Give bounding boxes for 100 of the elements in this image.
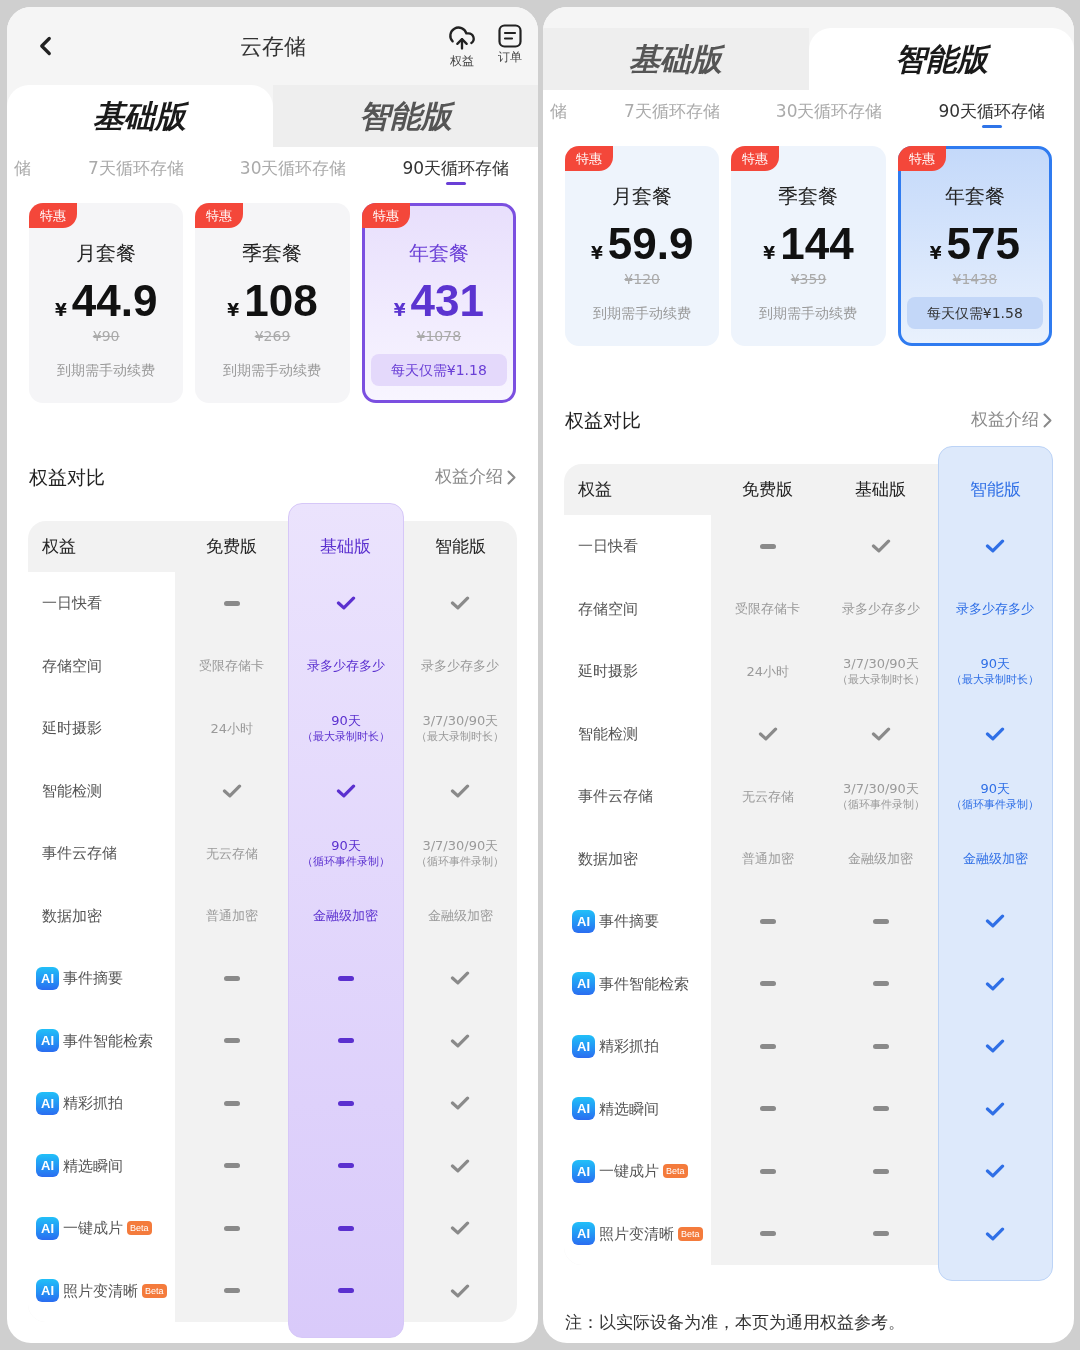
- check-icon: [985, 726, 1006, 741]
- renewal-note: 到期需手动续费: [593, 303, 692, 323]
- ai-badge: AI: [36, 1154, 59, 1178]
- period-tab[interactable]: 90天循环存储: [402, 158, 510, 185]
- benefits-link[interactable]: 权益介绍: [435, 464, 516, 490]
- table-cell: 无云存储: [741, 787, 794, 805]
- original-price: ¥1438: [952, 270, 998, 288]
- edition-tab[interactable]: 基础版: [543, 28, 809, 90]
- footnote: 注：以实际设备为准，本页为通用权益参考。: [564, 1311, 906, 1334]
- original-price: ¥269: [254, 327, 291, 345]
- original-price: ¥359: [790, 270, 827, 288]
- daily-price-pill: 每天仅需¥1.18: [370, 354, 507, 386]
- original-price: ¥120: [624, 270, 660, 288]
- check-icon: [450, 596, 471, 611]
- daily-price-pill: 每天仅需¥1.58: [906, 297, 1043, 329]
- column-header: 权益: [42, 534, 76, 558]
- feature-label: 照片变清晰: [63, 1280, 138, 1302]
- check-icon: [450, 1096, 471, 1111]
- feature-label: 事件云存储: [578, 786, 653, 807]
- edition-tab[interactable]: 智能版: [808, 28, 1074, 90]
- column-header: 基础版: [320, 534, 372, 558]
- back-button[interactable]: [37, 34, 54, 58]
- ai-badge: AI: [572, 1034, 595, 1058]
- table-cell: 金融级加密: [962, 850, 1028, 868]
- plan-price: 59.9: [607, 220, 694, 268]
- dash-icon: [759, 1168, 776, 1174]
- ai-badge: AI: [36, 1091, 59, 1115]
- table-cell: 金融级加密: [848, 850, 914, 868]
- column-header: 免费版: [206, 534, 258, 558]
- dash-icon: [873, 918, 889, 924]
- plan-card[interactable]: 特惠 季套餐 ¥144 ¥359 到期需手动续费: [731, 146, 886, 346]
- dash-icon: [338, 975, 354, 981]
- ai-badge: AI: [572, 1159, 595, 1183]
- feature-label: 智能检测: [42, 780, 102, 802]
- column-header: 智能版: [969, 477, 1021, 501]
- dash-icon: [338, 1225, 354, 1231]
- plan-price: 144: [780, 220, 854, 268]
- beta-tag: Beta: [127, 1221, 152, 1236]
- plan-card[interactable]: 特惠 年套餐 ¥431 ¥1078 每天仅需¥1.18: [361, 203, 516, 403]
- plan-price: 575: [946, 220, 1020, 268]
- dash-icon: [759, 981, 776, 987]
- ai-badge: AI: [572, 1097, 595, 1121]
- table-cell: 金融级加密: [313, 907, 379, 925]
- plan-card[interactable]: 特惠 月套餐 ¥59.9 ¥120 到期需手动续费: [565, 146, 720, 346]
- plan-card[interactable]: 特惠 季套餐 ¥108 ¥269 到期需手动续费: [195, 203, 350, 403]
- ai-badge: AI: [36, 1029, 59, 1053]
- edition-tab[interactable]: 基础版: [7, 85, 273, 147]
- feature-label: 智能检测: [578, 723, 638, 745]
- dash-icon: [338, 1038, 354, 1044]
- plan-name: 月套餐: [612, 184, 673, 208]
- dash-icon: [759, 1231, 776, 1237]
- deal-badge: 特惠: [29, 203, 77, 228]
- feature-label: 事件智能检索: [63, 1030, 153, 1052]
- table-cell: 3/7/30/90天 （循环事件录制）: [837, 780, 925, 813]
- beta-tag: Beta: [678, 1226, 703, 1241]
- feature-label: 精选瞬间: [599, 1098, 659, 1120]
- dash-icon: [223, 975, 240, 981]
- column-header: 免费版: [742, 477, 794, 501]
- benefits-link[interactable]: 权益介绍: [971, 407, 1052, 433]
- table-cell: 普通加密: [205, 907, 258, 925]
- table-cell: 90天 （循环事件录制）: [302, 837, 390, 870]
- check-icon: [871, 539, 891, 554]
- dash-icon: [223, 1100, 240, 1106]
- check-icon: [336, 596, 356, 611]
- header-action-button[interactable]: 权益: [448, 24, 476, 68]
- check-icon: [450, 971, 471, 986]
- feature-label: 数据加密: [42, 905, 102, 927]
- edition-tab[interactable]: 智能版: [272, 85, 538, 147]
- table-cell: 录多少存多少: [421, 657, 500, 675]
- plan-card[interactable]: 特惠 月套餐 ¥44.9 ¥90 到期需手动续费: [29, 203, 184, 403]
- feature-label: 事件云存储: [42, 843, 117, 864]
- dash-icon: [759, 1106, 776, 1112]
- feature-label: 存储空间: [578, 598, 638, 620]
- original-price: ¥90: [92, 327, 120, 345]
- table-cell: 3/7/30/90天 （最大录制时长）: [416, 712, 505, 745]
- header-action-button[interactable]: 订单: [498, 24, 522, 64]
- check-icon: [871, 726, 891, 741]
- deal-badge: 特惠: [897, 146, 946, 171]
- ai-badge: AI: [36, 966, 59, 990]
- feature-label: 精选瞬间: [63, 1155, 123, 1177]
- deal-badge: 特惠: [731, 146, 780, 171]
- beta-tag: Beta: [663, 1164, 688, 1179]
- table-cell: 金融级加密: [427, 907, 493, 925]
- check-icon: [450, 1033, 471, 1048]
- table-cell: 普通加密: [741, 850, 794, 868]
- feature-label: 数据加密: [578, 848, 638, 870]
- renewal-note: 到期需手动续费: [759, 303, 858, 323]
- check-icon: [985, 1101, 1006, 1116]
- table-cell: 3/7/30/90天 （最大录制时长）: [837, 655, 925, 688]
- period-tab[interactable]: 90天循环存储: [938, 101, 1046, 128]
- feature-label: 一键成片: [599, 1161, 659, 1182]
- check-icon: [985, 1164, 1006, 1179]
- check-icon: [757, 726, 778, 741]
- plan-card[interactable]: 特惠 年套餐 ¥575 ¥1438 每天仅需¥1.58: [897, 146, 1052, 346]
- feature-label: 延时摄影: [42, 718, 102, 739]
- ai-badge: AI: [36, 1279, 59, 1303]
- check-icon: [221, 783, 242, 798]
- deal-badge: 特惠: [195, 203, 244, 228]
- chevron-right-icon: [1043, 412, 1052, 428]
- dash-icon: [338, 1288, 354, 1294]
